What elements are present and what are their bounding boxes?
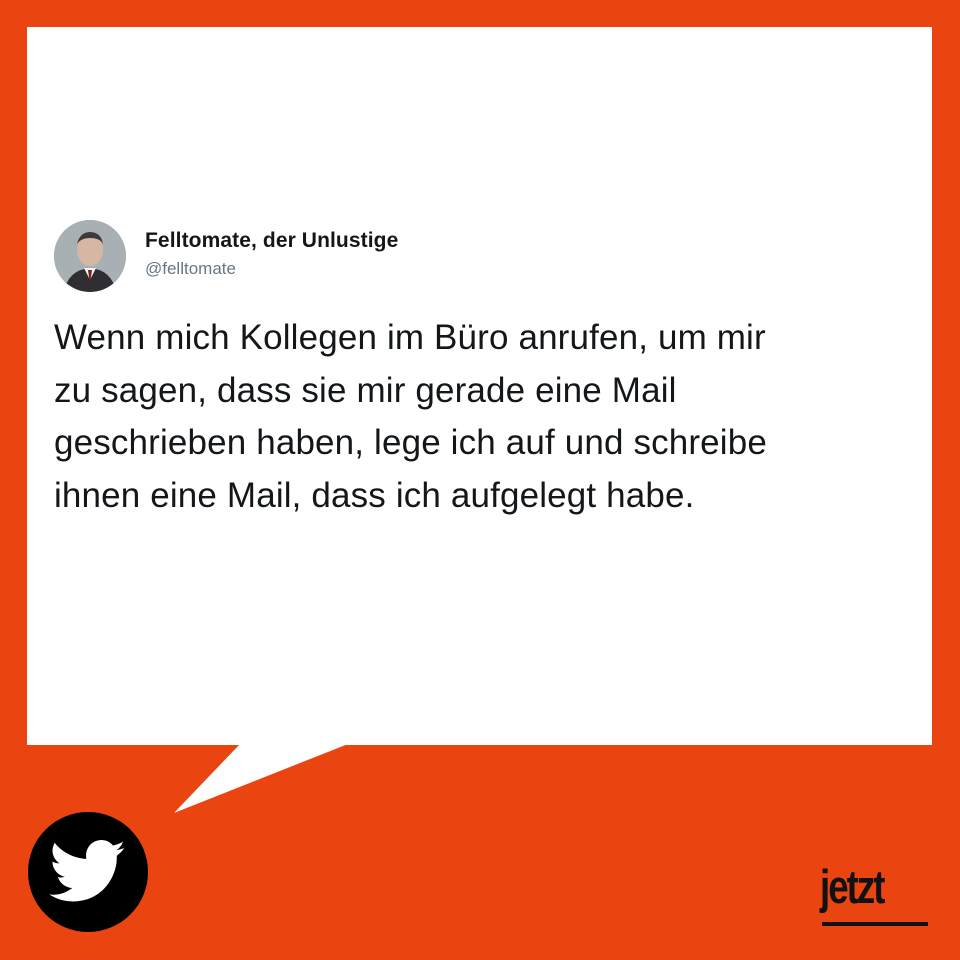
tweet-author: Felltomate, der Unlustige @felltomate [145,228,398,280]
tweet-text-line: Wenn mich Kollegen im Büro anrufen, um m… [54,318,766,357]
twitter-badge [28,812,148,932]
tweet-text: Wenn mich Kollegen im Büro anrufen, um m… [54,312,924,522]
jetzt-logo: jetzt [820,862,932,928]
tweet-text-line: zu sagen, dass sie mir gerade eine Mail [54,370,677,410]
avatar[interactable] [54,220,126,292]
tweet-text-line: geschrieben haben, lege ich auf und schr… [54,423,767,462]
author-handle[interactable]: @felltomate [145,258,398,280]
author-display-name[interactable]: Felltomate, der Unlustige [145,228,398,254]
jetzt-logo-underline [822,922,928,926]
tweet-text-line: ihnen eine Mail, dass ich aufgelegt habe… [54,475,695,515]
twitter-bird-icon [49,840,126,902]
tweet-header: Felltomate, der Unlustige @felltomate [54,218,398,294]
jetzt-logo-text: jetzt [820,860,886,913]
